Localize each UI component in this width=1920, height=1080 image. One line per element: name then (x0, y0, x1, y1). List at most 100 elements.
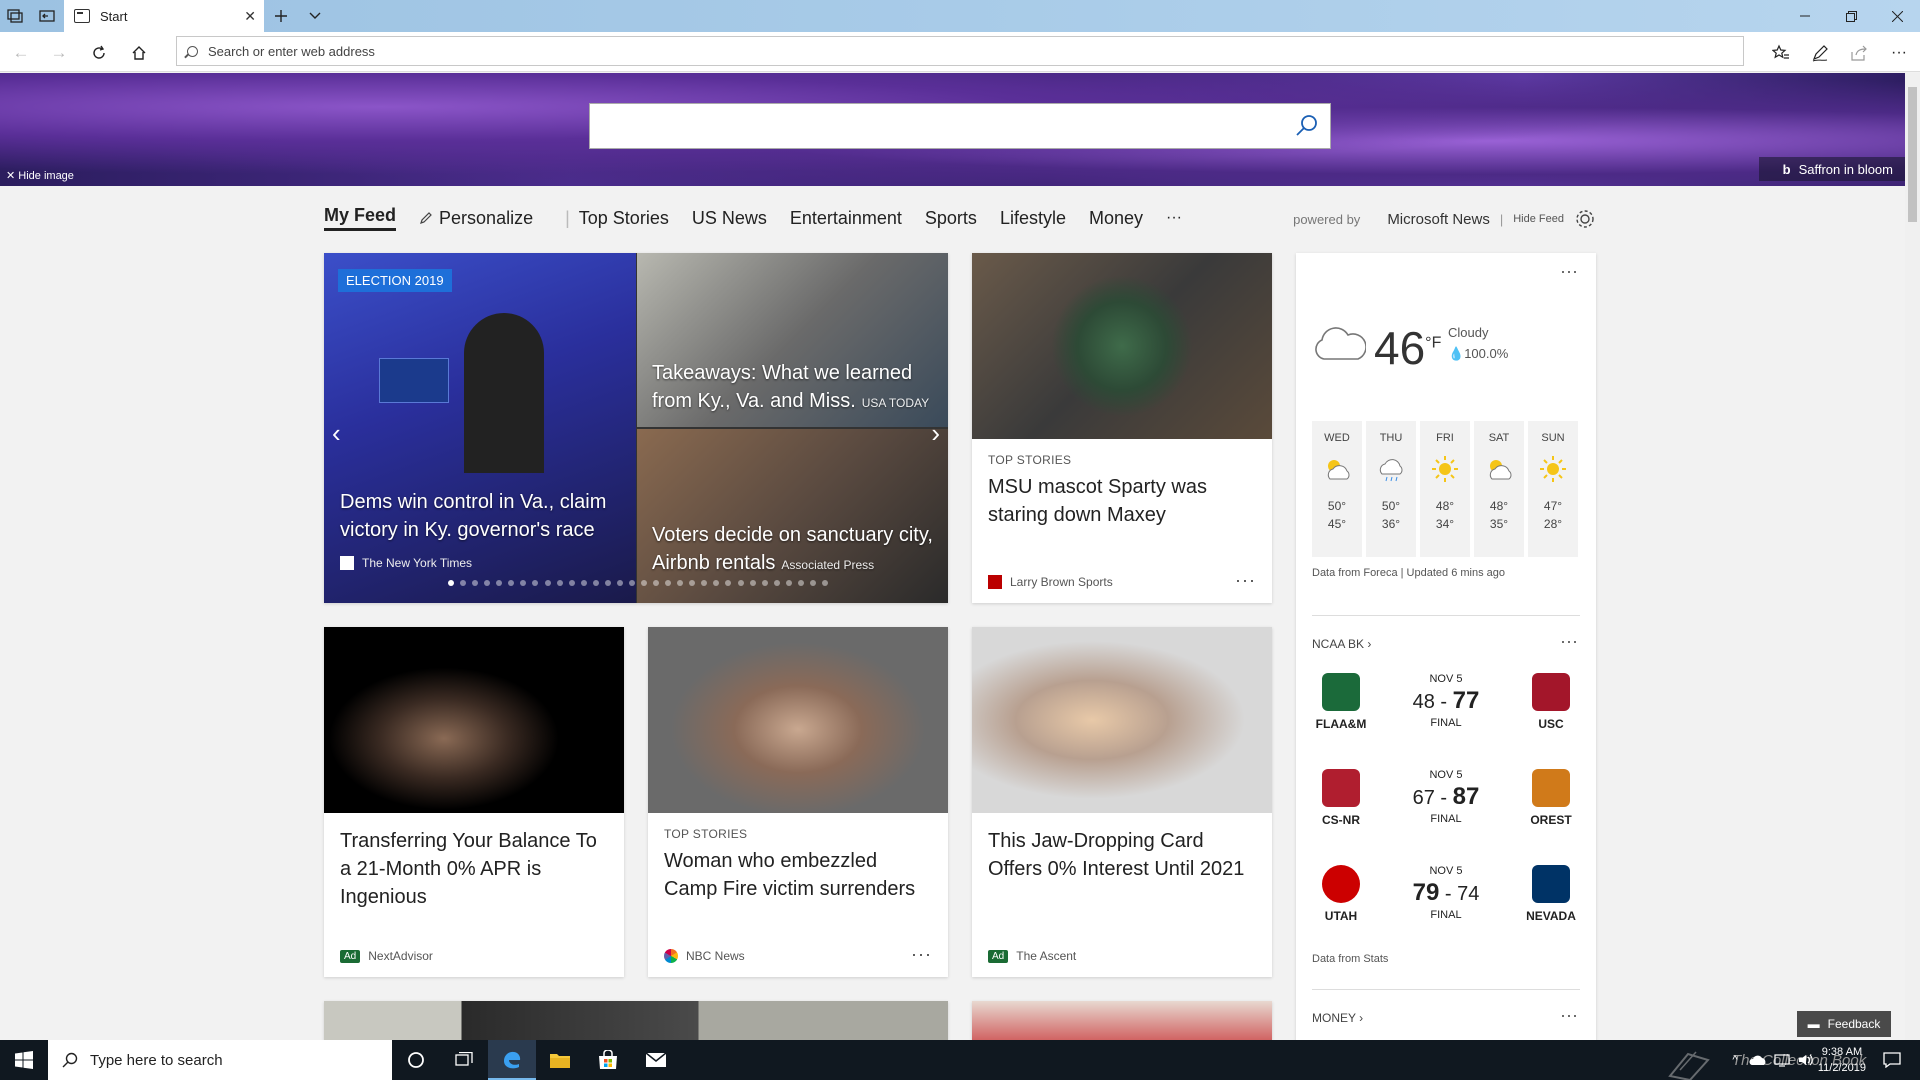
share-icon[interactable] (1848, 42, 1870, 64)
news-card-partial[interactable] (972, 1001, 1272, 1041)
carousel-dot[interactable] (568, 580, 575, 586)
home-icon[interactable] (128, 42, 150, 64)
carousel-dot[interactable] (484, 580, 491, 586)
provider-name[interactable]: Microsoft News (1387, 211, 1490, 228)
tab-us-news[interactable]: US News (692, 208, 767, 229)
carousel-dot[interactable] (653, 580, 660, 586)
money-more-icon[interactable]: ··· (1560, 1005, 1578, 1026)
game-row[interactable]: CS-NR NOV 5 67 - 87 FINAL OREST (1296, 769, 1596, 859)
carousel-dot[interactable] (592, 580, 599, 586)
ncaa-more-icon[interactable]: ··· (1560, 631, 1578, 652)
cortana-icon[interactable] (392, 1040, 440, 1080)
show-hidden-icons-icon[interactable]: ^ (1724, 1040, 1746, 1080)
address-bar[interactable]: Search or enter web address (176, 36, 1744, 66)
ncaa-section-title[interactable]: NCAA BK › (1312, 637, 1371, 651)
card-headline[interactable]: MSU mascot Sparty was staring down Maxey (988, 473, 1256, 529)
page-scrollbar[interactable] (1905, 73, 1920, 1040)
carousel-dot[interactable] (773, 580, 780, 586)
carousel-dot[interactable] (580, 580, 587, 586)
carousel-dot[interactable] (544, 580, 551, 586)
carousel-dot[interactable] (460, 580, 467, 586)
tab-top-stories[interactable]: Top Stories (579, 208, 669, 229)
carousel-dot[interactable] (737, 580, 744, 586)
close-tab-icon[interactable]: ✕ (244, 8, 256, 25)
close-window-icon[interactable] (1874, 0, 1920, 32)
news-card[interactable]: TOP STORIES Woman who embezzled Camp Fir… (648, 627, 948, 977)
forecast-day[interactable]: FRI 48° 34° (1420, 421, 1470, 557)
file-explorer-icon[interactable] (536, 1040, 584, 1080)
tab-my-feed[interactable]: My Feed (324, 205, 397, 231)
ncaa-footer[interactable]: Data from Stats (1312, 953, 1388, 965)
slide-main-headline[interactable]: Dems win control in Va., claim victory i… (340, 488, 620, 544)
carousel-dot[interactable] (665, 580, 672, 586)
news-card[interactable]: TOP STORIES MSU mascot Sparty was starin… (972, 253, 1272, 603)
slideshow-card[interactable]: ELECTION 2019 Dems win control in Va., c… (324, 253, 948, 603)
carousel-dot[interactable] (761, 580, 768, 586)
card-headline[interactable]: Transferring Your Balance To a 21-Month … (340, 827, 608, 911)
forecast-day[interactable]: THU 50° 36° (1366, 421, 1416, 557)
ad-card[interactable]: Transferring Your Balance To a 21-Month … (324, 627, 624, 977)
mail-icon[interactable] (632, 1040, 680, 1080)
slide-top-headline[interactable]: Takeaways: What we learned from Ky., Va.… (652, 359, 942, 417)
carousel-dot[interactable] (472, 580, 479, 586)
news-card-partial[interactable] (324, 1001, 948, 1041)
carousel-dot[interactable] (496, 580, 503, 586)
edge-taskbar-icon[interactable] (488, 1040, 536, 1080)
set-tabs-aside-icon[interactable] (38, 7, 56, 25)
forecast-day[interactable]: SUN 47° 28° (1528, 421, 1578, 557)
carousel-dot[interactable] (713, 580, 720, 586)
carousel-dot[interactable] (701, 580, 708, 586)
feed-settings-gear-icon[interactable] (1574, 208, 1596, 230)
hide-image-link[interactable]: ✕ Hide image (6, 169, 74, 182)
temp-unit[interactable]: °F (1425, 335, 1441, 352)
back-icon[interactable]: ← (10, 42, 32, 64)
carousel-next-icon[interactable]: › (931, 418, 940, 449)
web-search-input[interactable] (589, 103, 1331, 149)
action-center-icon[interactable] (1872, 1040, 1912, 1080)
taskbar-search-input[interactable]: Type here to search (48, 1040, 392, 1080)
card-more-icon[interactable]: ··· (1235, 570, 1256, 591)
game-row[interactable]: FLAA&M NOV 5 48 - 77 FINAL USC (1296, 673, 1596, 763)
tab-entertainment[interactable]: Entertainment (790, 208, 902, 229)
election-badge[interactable]: ELECTION 2019 (338, 269, 452, 292)
carousel-dot[interactable] (677, 580, 684, 586)
tab-start[interactable]: Start ✕ (64, 0, 264, 32)
forward-icon[interactable]: → (48, 42, 70, 64)
slide-bottom-headline[interactable]: Voters decide on sanctuary city, Airbnb … (652, 521, 942, 579)
money-section-title[interactable]: MONEY › (1312, 1011, 1363, 1025)
weather-footer[interactable]: Data from Foreca | Updated 6 mins ago (1312, 567, 1505, 579)
minimize-icon[interactable] (1782, 0, 1828, 32)
search-icon[interactable] (1296, 114, 1318, 136)
carousel-dot[interactable] (508, 580, 515, 586)
carousel-dot[interactable] (604, 580, 611, 586)
carousel-dot[interactable] (785, 580, 792, 586)
carousel-dot[interactable] (520, 580, 527, 586)
onedrive-icon[interactable] (1746, 1040, 1770, 1080)
card-headline[interactable]: This Jaw-Dropping Card Offers 0% Interes… (988, 827, 1256, 883)
volume-icon[interactable] (1794, 1040, 1818, 1080)
favorites-icon[interactable] (1770, 42, 1792, 64)
carousel-dot[interactable] (809, 580, 816, 586)
carousel-dot[interactable] (821, 580, 828, 586)
more-categories-icon[interactable]: ··· (1166, 209, 1182, 227)
task-view-icon[interactable] (440, 1040, 488, 1080)
tab-preview-chevron-icon[interactable] (306, 7, 324, 25)
windows-start-icon[interactable] (0, 1040, 48, 1080)
carousel-dot[interactable] (448, 580, 454, 586)
carousel-dot[interactable] (797, 580, 804, 586)
carousel-dot[interactable] (749, 580, 756, 586)
store-icon[interactable] (584, 1040, 632, 1080)
settings-more-icon[interactable]: ··· (1888, 42, 1910, 64)
feedback-button[interactable]: ▬ Feedback (1797, 1011, 1891, 1037)
network-icon[interactable] (1770, 1040, 1794, 1080)
restore-icon[interactable] (1828, 0, 1874, 32)
tab-money[interactable]: Money (1089, 208, 1143, 229)
pen-icon[interactable] (1809, 42, 1831, 64)
image-caption[interactable]: b Saffron in bloom (1758, 157, 1905, 181)
carousel-dot[interactable] (641, 580, 647, 586)
tab-lifestyle[interactable]: Lifestyle (1000, 208, 1066, 229)
tab-actions-icon[interactable] (6, 7, 24, 25)
carousel-dot[interactable] (725, 580, 732, 586)
hide-feed-button[interactable]: Hide Feed (1513, 213, 1564, 225)
card-more-icon[interactable]: ··· (911, 944, 932, 965)
